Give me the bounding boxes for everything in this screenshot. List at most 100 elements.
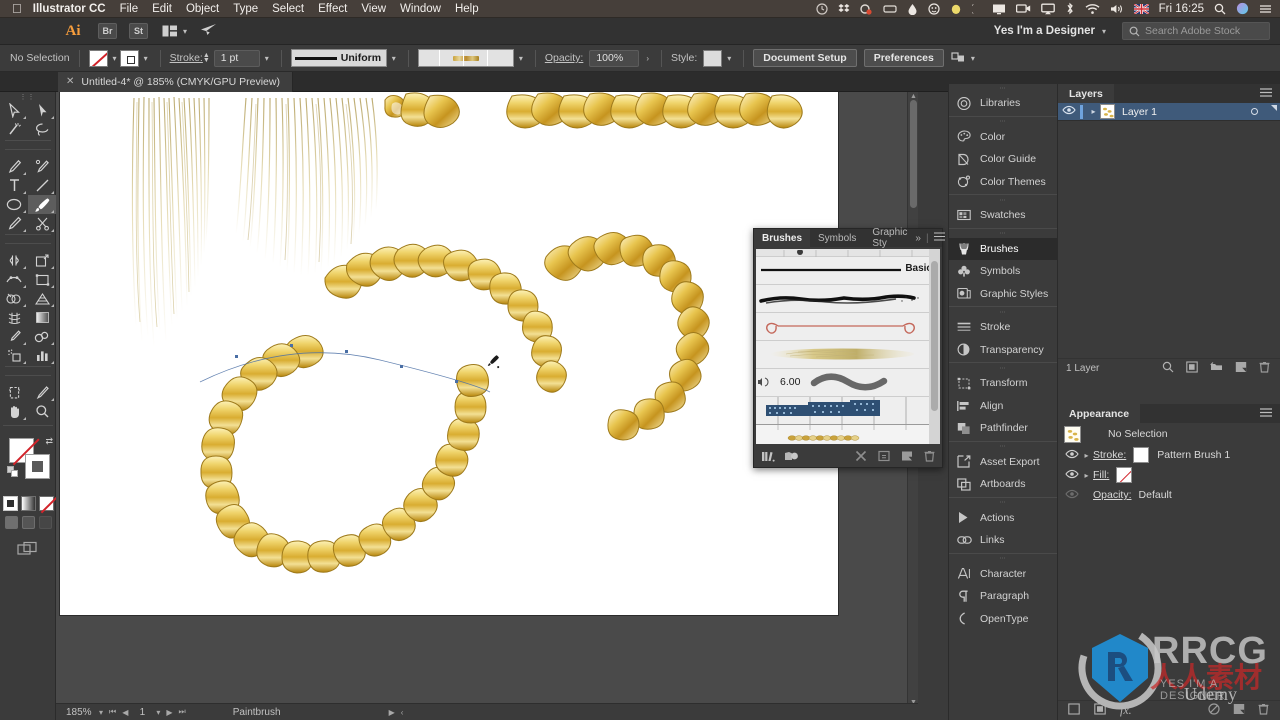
last-artboard-icon[interactable]: ⏭	[179, 707, 186, 717]
display-capture-icon[interactable]	[859, 3, 873, 15]
bluetooth-icon[interactable]	[1065, 2, 1075, 15]
document-tab[interactable]: ✕ Untitled-4* @ 185% (CMYK/GPU Preview)	[58, 71, 293, 92]
menu-window[interactable]: Window	[400, 3, 441, 15]
hand-tool[interactable]	[0, 402, 28, 421]
fill-swatch-caret-icon[interactable]: ▾	[113, 54, 117, 63]
sidebar-item-asset-export[interactable]: Asset Export	[949, 451, 1057, 474]
droplet-icon[interactable]	[907, 3, 918, 15]
menu-select[interactable]: Select	[272, 3, 304, 15]
brush-row-partial[interactable]	[756, 249, 940, 258]
menu-edit[interactable]: Edit	[152, 3, 172, 15]
appearance-opacity-row[interactable]: Opacity: Default	[1058, 485, 1280, 505]
create-new-sublayer-icon[interactable]	[1210, 361, 1223, 376]
volume-icon[interactable]	[1110, 3, 1124, 15]
sidebar-item-artboards[interactable]: Artboards	[949, 473, 1057, 496]
eyedropper-tool[interactable]	[0, 327, 28, 346]
brush-item-pattern-brush-1[interactable]	[756, 424, 940, 444]
rotate-tool[interactable]	[0, 251, 28, 270]
stroke-profile-caret-icon[interactable]: ▾	[392, 54, 396, 63]
brushes-list-scrollbar[interactable]	[929, 249, 940, 444]
spotlight-search-icon[interactable]	[1214, 3, 1226, 15]
document-setup-button[interactable]: Document Setup	[753, 49, 857, 67]
stroke-weight-caret-icon[interactable]: ▾	[265, 54, 269, 63]
stroke-color-swatch[interactable]	[119, 49, 139, 67]
notification-center-icon[interactable]	[1259, 3, 1272, 15]
first-artboard-icon[interactable]: ⏮	[109, 707, 116, 717]
appearance-fill-label[interactable]: Fill:	[1093, 469, 1109, 481]
dock-group-grip[interactable]: ⋯	[949, 499, 1057, 507]
create-new-layer-icon[interactable]	[1235, 361, 1247, 376]
next-artboard-icon[interactable]: ▶	[166, 708, 172, 717]
libraries-panel-icon[interactable]	[784, 450, 799, 465]
dock-group-grip[interactable]: ⋯	[949, 308, 1057, 316]
menu-help[interactable]: Help	[455, 3, 479, 15]
panel-menu-icon[interactable]	[1260, 87, 1280, 100]
menu-effect[interactable]: Effect	[318, 3, 347, 15]
stroke-weight-label[interactable]: Stroke:	[170, 52, 203, 64]
sidebar-item-color-themes[interactable]: Color Themes	[949, 171, 1057, 194]
pen-tool[interactable]	[0, 157, 28, 176]
eye-icon[interactable]	[1064, 449, 1080, 462]
perspective-grid-tool[interactable]	[28, 289, 56, 308]
sidebar-item-swatches[interactable]: Swatches	[949, 204, 1057, 227]
sidebar-item-align[interactable]: Align	[949, 395, 1057, 418]
zoom-tool[interactable]	[28, 402, 56, 421]
eye-icon[interactable]	[1058, 105, 1080, 118]
menu-type[interactable]: Type	[233, 3, 258, 15]
sidebar-item-color[interactable]: Color	[949, 126, 1057, 149]
appearance-opacity-label[interactable]: Opacity:	[1093, 489, 1132, 501]
tab-appearance[interactable]: Appearance	[1058, 404, 1141, 423]
menu-file[interactable]: File	[120, 3, 139, 15]
menubar-app-name[interactable]: Illustrator CC	[33, 3, 106, 15]
stroke-weight-stepper[interactable]: ▲ ▼	[203, 52, 210, 64]
panel-menu-icon[interactable]	[933, 232, 945, 244]
add-new-effect-icon[interactable]: fx.	[1120, 703, 1132, 718]
sidebar-item-graphic-styles[interactable]: Graphic Styles	[949, 283, 1057, 306]
new-brush-icon[interactable]	[901, 450, 913, 465]
mesh-tool[interactable]	[0, 308, 28, 327]
stock-search-input[interactable]: Search Adobe Stock	[1122, 22, 1270, 40]
type-tool[interactable]	[0, 176, 28, 195]
brush-item-pattern-blue[interactable]	[756, 397, 940, 425]
blend-tool[interactable]	[28, 327, 56, 346]
magic-wand-tool[interactable]	[0, 120, 28, 139]
layer-name[interactable]: Layer 1	[1122, 106, 1157, 118]
timemachine-icon[interactable]	[816, 2, 828, 15]
moon-icon[interactable]	[971, 3, 982, 15]
layers-list[interactable]: ▸ Layer 1	[1058, 103, 1280, 358]
uk-flag-icon[interactable]	[1133, 3, 1149, 14]
ellipse-tool[interactable]	[0, 195, 28, 214]
slice-tool[interactable]	[28, 383, 56, 402]
siri-icon[interactable]	[1236, 2, 1249, 15]
brush-item-bristle[interactable]: 6.00	[756, 369, 940, 397]
brush-item-basic[interactable]: Basic	[756, 257, 940, 285]
tab-symbols[interactable]: Symbols	[810, 229, 864, 247]
zoom-caret-icon[interactable]: ▾	[99, 708, 103, 717]
artboard-tool[interactable]	[0, 383, 28, 402]
brush-item-charcoal[interactable]	[756, 285, 940, 313]
sidebar-item-libraries[interactable]: Libraries	[949, 92, 1057, 115]
arrange-caret-icon[interactable]: ▾	[183, 27, 187, 36]
panel-menu-icon[interactable]	[1260, 407, 1280, 420]
wifi-icon[interactable]	[1085, 3, 1100, 15]
brush-item-arrow[interactable]	[756, 313, 940, 341]
lemon-icon[interactable]	[950, 3, 962, 15]
scale-tool[interactable]	[28, 251, 56, 270]
make-clipping-mask-icon[interactable]	[1186, 360, 1198, 376]
menubar-clock[interactable]: Fri 16:25	[1159, 3, 1204, 15]
default-fill-stroke-icon[interactable]	[7, 466, 18, 477]
brushes-panel[interactable]: Brushes Symbols Graphic Sty » | Basic 6.…	[753, 227, 945, 468]
stroke-profile-selector[interactable]: Uniform	[290, 49, 387, 67]
dock-group-grip[interactable]: ⋯	[949, 118, 1057, 126]
target-circle-icon[interactable]	[1251, 108, 1258, 115]
paintbrush-tool[interactable]	[28, 195, 56, 214]
dropbox-icon[interactable]	[838, 3, 850, 15]
dock-grip[interactable]: ⋯	[949, 84, 1057, 92]
sidebar-item-color-guide[interactable]: Color Guide	[949, 148, 1057, 171]
options-of-selected-object-icon[interactable]	[878, 450, 890, 465]
symbol-sprayer-tool[interactable]	[0, 346, 28, 365]
brush-libraries-icon[interactable]	[761, 450, 775, 465]
chevron-right-icon[interactable]: ▸	[1087, 107, 1100, 116]
draw-normal-button[interactable]	[4, 516, 18, 529]
curvature-tool[interactable]	[28, 157, 56, 176]
